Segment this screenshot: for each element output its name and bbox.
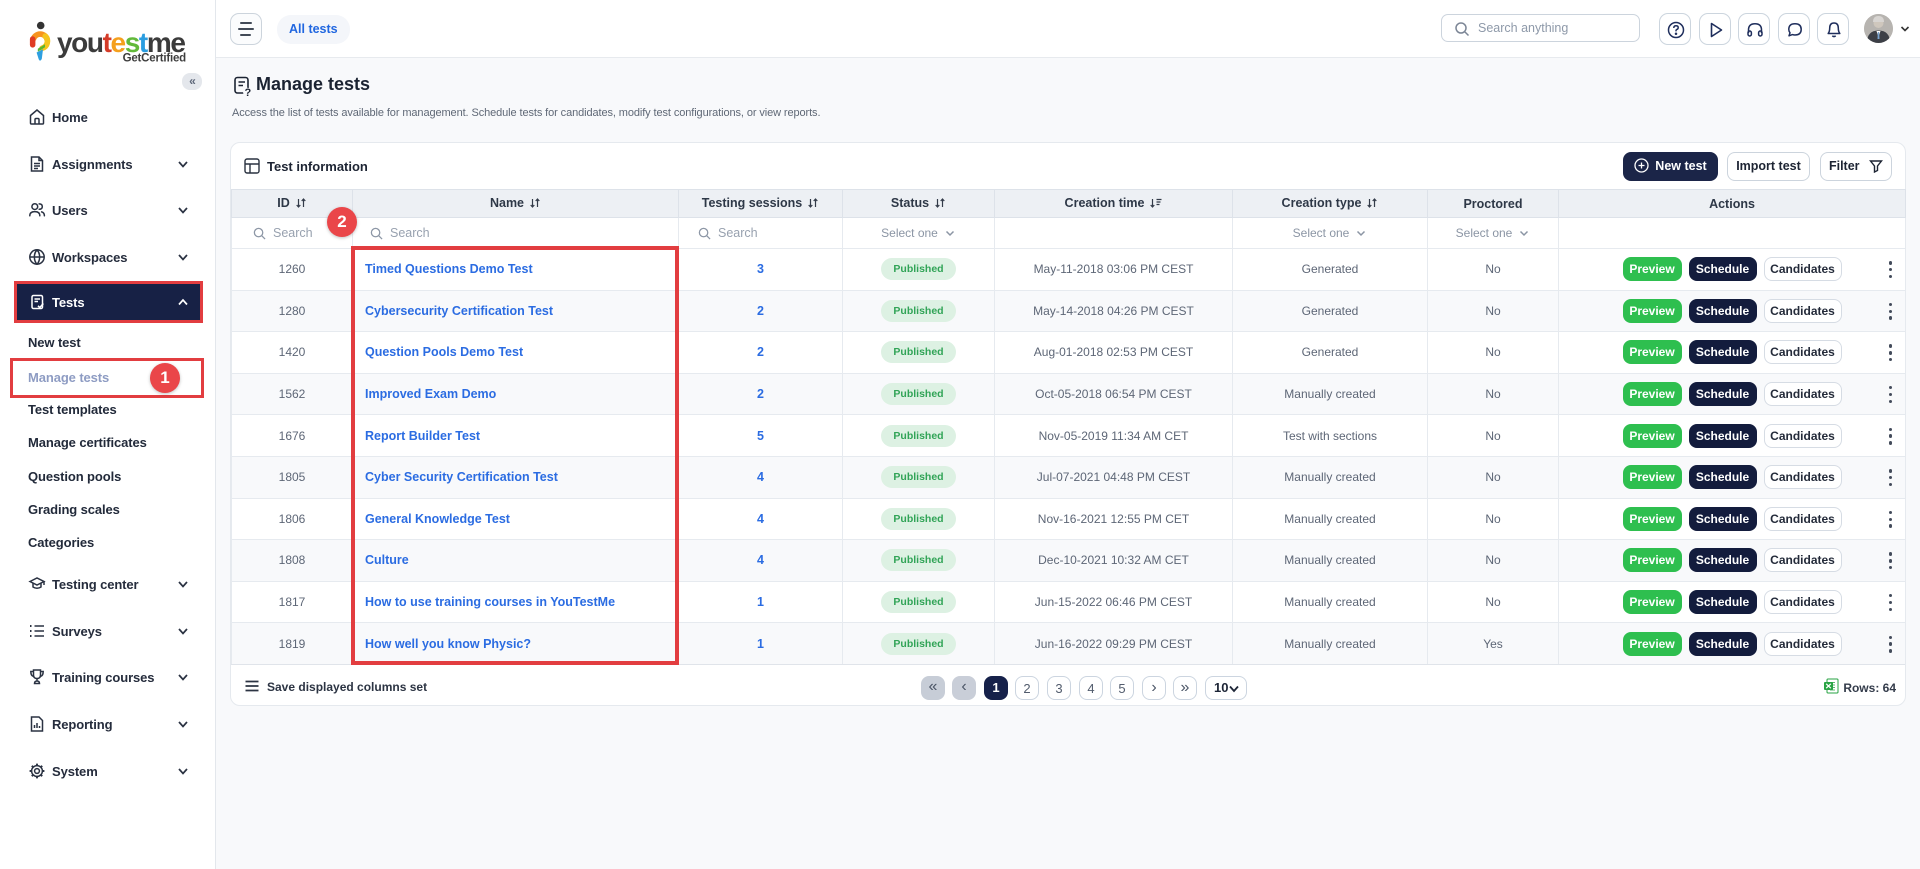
svg-text:GetCertified: GetCertified [123,53,187,65]
svg-text:?: ? [245,87,252,97]
